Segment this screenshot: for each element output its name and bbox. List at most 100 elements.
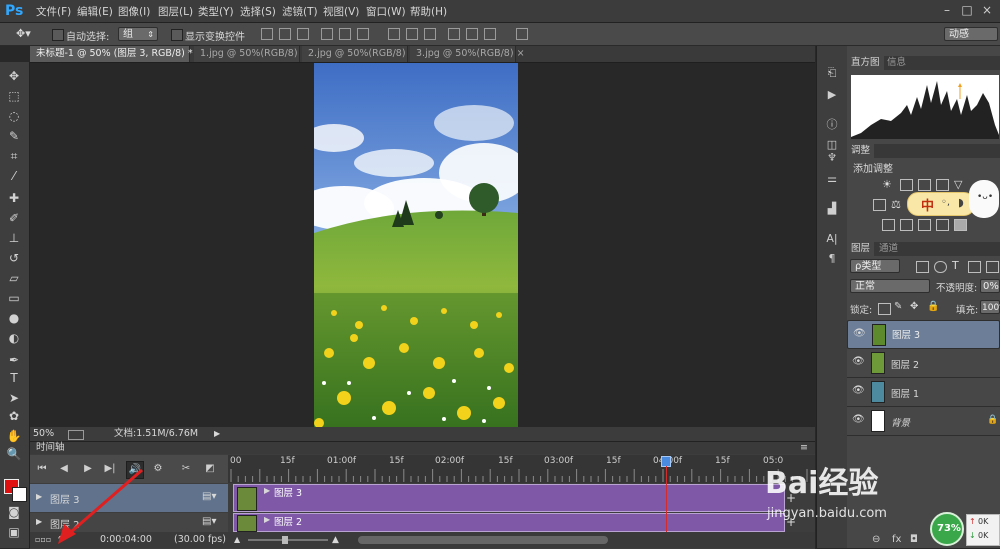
clip-layer3[interactable]: ▶ 图层 3 bbox=[233, 484, 785, 512]
distribute-hcenter-icon[interactable] bbox=[466, 28, 478, 40]
status-preview-icon[interactable] bbox=[68, 430, 84, 440]
properties-icon[interactable]: ◫ bbox=[825, 138, 839, 152]
align-left-icon[interactable] bbox=[321, 28, 333, 40]
clip-expand-icon[interactable]: ▶ bbox=[264, 486, 270, 495]
visibility-eye-icon[interactable]: 👁 bbox=[852, 356, 865, 368]
visibility-eye-icon[interactable]: 👁 bbox=[852, 414, 865, 426]
menu-filter[interactable]: 滤镜(T) bbox=[282, 4, 318, 19]
timeline-scrollbar[interactable] bbox=[358, 536, 608, 544]
expand-arrow-icon[interactable]: ▶ bbox=[36, 492, 42, 501]
posterize-icon[interactable] bbox=[918, 219, 931, 231]
tab-3jpg[interactable]: 3.jpg @ 50%(RGB/8) × bbox=[410, 46, 525, 62]
transition-icon[interactable]: ◩ bbox=[202, 461, 218, 477]
blend-mode-dropdown[interactable]: 正常 bbox=[850, 279, 930, 293]
distribute-left-icon[interactable] bbox=[448, 28, 460, 40]
align-vcenter-icon[interactable] bbox=[279, 28, 291, 40]
fill-input[interactable]: 100% bbox=[980, 300, 1000, 314]
marquee-tool-icon[interactable]: ⬚ bbox=[5, 88, 23, 104]
expand-arrow-icon[interactable]: ▶ bbox=[36, 517, 42, 526]
screen-mode-icon[interactable]: ▣ bbox=[5, 524, 23, 540]
menu-type[interactable]: 类型(Y) bbox=[198, 4, 234, 19]
levels-icon[interactable] bbox=[900, 179, 913, 191]
ime-mode[interactable]: 中 bbox=[921, 195, 934, 214]
layer-name[interactable]: 图层 1 bbox=[891, 386, 919, 400]
opacity-input[interactable]: 0% bbox=[980, 279, 1000, 293]
close-icon[interactable]: × bbox=[517, 48, 525, 59]
align-hcenter-icon[interactable] bbox=[339, 28, 351, 40]
zoom-slider-thumb[interactable] bbox=[282, 536, 288, 544]
blur-tool-icon[interactable]: ● bbox=[5, 310, 23, 326]
hue-saturation-icon[interactable] bbox=[873, 199, 886, 211]
stamp-tool-icon[interactable]: ⊥ bbox=[5, 230, 23, 246]
net-speed-widget[interactable]: 73% bbox=[930, 512, 964, 546]
align-right-icon[interactable] bbox=[357, 28, 369, 40]
layer-row[interactable]: 👁 图层 3 bbox=[847, 320, 1000, 349]
ime-toolbar[interactable]: 中 ◦, ◗ bbox=[907, 192, 975, 216]
visibility-eye-icon[interactable]: 👁 bbox=[852, 385, 865, 397]
distribute-vcenter-icon[interactable] bbox=[406, 28, 418, 40]
tab-info[interactable]: 信息 bbox=[883, 56, 910, 70]
distribute-right-icon[interactable] bbox=[484, 28, 496, 40]
close-window-button[interactable]: × bbox=[978, 2, 996, 18]
align-bottom-icon[interactable] bbox=[297, 28, 309, 40]
shape-tool-icon[interactable]: ✿ bbox=[5, 408, 23, 424]
lock-transparency-icon[interactable] bbox=[878, 303, 891, 315]
quick-mask-icon[interactable]: ◙ bbox=[5, 504, 23, 520]
tab-adjustments[interactable]: 调整 bbox=[847, 144, 875, 158]
tab-2jpg[interactable]: 2.jpg @ 50%(RGB/8) × bbox=[302, 46, 417, 62]
filter-type-icon[interactable]: T bbox=[952, 259, 959, 272]
distribute-bottom-icon[interactable] bbox=[424, 28, 436, 40]
layer-row[interactable]: 👁 背景 🔒 bbox=[847, 407, 1000, 436]
vibrance-icon[interactable]: ▽ bbox=[954, 179, 967, 191]
go-to-first-frame-icon[interactable]: ⏮ bbox=[34, 461, 50, 477]
timeline-zoom-slider[interactable] bbox=[248, 539, 328, 541]
move-tool-icon[interactable]: ✥▾ bbox=[16, 27, 31, 40]
layer-name[interactable]: 图层 2 bbox=[891, 357, 919, 371]
tab-untitled[interactable]: 未标题-1 @ 50% (图层 3, RGB/8) * × bbox=[30, 46, 208, 62]
ime-moon-icon[interactable]: ◗ bbox=[958, 196, 964, 209]
filter-shape-icon[interactable] bbox=[968, 261, 981, 273]
background-color-swatch[interactable] bbox=[12, 487, 27, 502]
auto-select-dropdown[interactable]: 组 ⇕ bbox=[118, 27, 158, 41]
restore-button[interactable]: □ bbox=[958, 2, 976, 18]
visibility-eye-icon[interactable]: 👁 bbox=[853, 328, 866, 340]
lasso-tool-icon[interactable]: ◌ bbox=[5, 108, 23, 124]
path-select-tool-icon[interactable]: ➤ bbox=[5, 390, 23, 406]
tab-layers[interactable]: 图层 bbox=[847, 242, 875, 256]
curves-icon[interactable] bbox=[918, 179, 931, 191]
brush-tool-icon[interactable]: ✐ bbox=[5, 210, 23, 226]
type-tool-icon[interactable]: T bbox=[5, 370, 23, 386]
brush-presets-icon[interactable]: ♆ bbox=[825, 151, 839, 165]
lock-all-icon[interactable]: 🔒 bbox=[927, 301, 939, 312]
paragraph-icon[interactable]: ¶ bbox=[825, 252, 839, 266]
photo-filter-icon[interactable] bbox=[882, 219, 895, 231]
tab-channels[interactable]: 通道 bbox=[875, 242, 902, 256]
clone-source-icon[interactable]: ⚌ bbox=[825, 172, 839, 186]
menu-layer[interactable]: 图层(L) bbox=[158, 4, 193, 19]
tab-histogram[interactable]: 直方图 bbox=[847, 56, 884, 70]
layer-row[interactable]: 👁 图层 1 bbox=[847, 378, 1000, 407]
layer-filter-dropdown[interactable]: ρ类型 bbox=[850, 259, 900, 273]
history-icon[interactable]: ⎗ bbox=[825, 66, 839, 80]
move-tool-icon[interactable]: ✥ bbox=[5, 68, 23, 84]
timeline-ruler[interactable]: 00 15f 01:00f 15f 02:00f 15f 03:00f 15f … bbox=[228, 455, 815, 483]
ime-punct-icon[interactable]: ◦, bbox=[941, 197, 950, 208]
gradient-map-icon[interactable] bbox=[954, 219, 967, 231]
align-top-icon[interactable] bbox=[261, 28, 273, 40]
character-icon[interactable]: A| bbox=[825, 232, 839, 246]
add-mask-icon[interactable]: ◘ bbox=[910, 534, 918, 545]
filter-smart-icon[interactable] bbox=[986, 261, 999, 273]
menu-image[interactable]: 图像(I) bbox=[118, 4, 150, 19]
auto-select-checkbox[interactable] bbox=[52, 29, 64, 41]
color-balance-icon[interactable]: ⚖ bbox=[891, 199, 904, 211]
film-icon[interactable]: ▤▾ bbox=[202, 516, 216, 527]
menu-file[interactable]: 文件(F) bbox=[36, 4, 71, 19]
menu-window[interactable]: 窗口(W) bbox=[366, 4, 406, 19]
clip-layer2[interactable]: ▶ 图层 2 bbox=[233, 513, 785, 532]
actions-play-icon[interactable]: ▶ bbox=[825, 88, 839, 102]
minimize-button[interactable]: – bbox=[938, 2, 956, 18]
link-layers-icon[interactable]: ⊖ bbox=[872, 534, 880, 545]
history-brush-tool-icon[interactable]: ↺ bbox=[5, 250, 23, 266]
layer-name[interactable]: 图层 3 bbox=[892, 329, 920, 343]
film-icon[interactable]: ▤▾ bbox=[202, 491, 216, 502]
